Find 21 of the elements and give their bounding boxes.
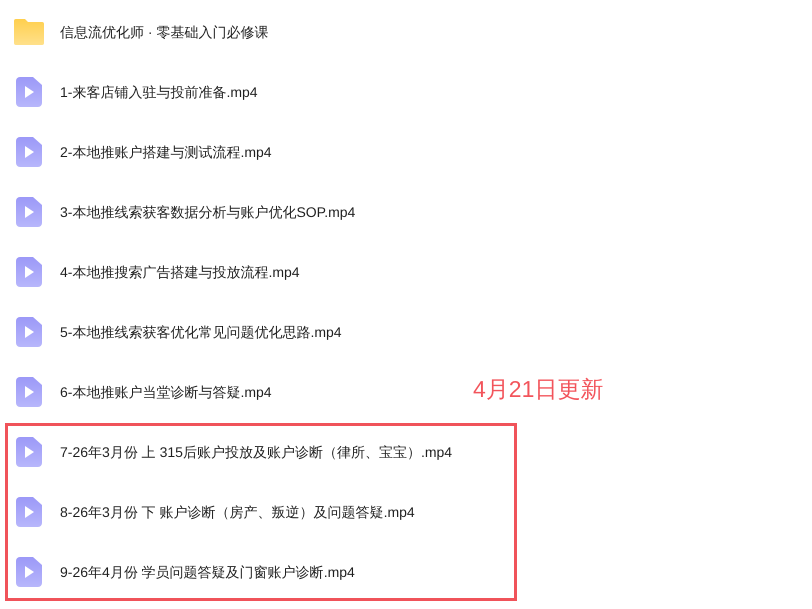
video-file-icon [16,137,42,167]
file-name[interactable]: 8-26年3月份 下 账户诊断（房产、叛逆）及问题答疑.mp4 [60,502,415,522]
annotation-note: 4月21日更新 [473,375,604,404]
file-name[interactable]: 5-本地推线索获客优化常见问题优化思路.mp4 [60,322,342,342]
file-name[interactable]: 2-本地推账户搭建与测试流程.mp4 [60,142,272,162]
video-file-icon [16,317,42,347]
file-name[interactable]: 7-26年3月份 上 315后账户投放及账户诊断（律所、宝宝）.mp4 [60,442,452,462]
video-file-icon [16,557,42,587]
video-file-icon [16,497,42,527]
file-name[interactable]: 1-来客店铺入驻与投前准备.mp4 [60,82,258,102]
video-file-icon [16,437,42,467]
video-file-icon [16,377,42,407]
video-file-icon [16,197,42,227]
file-name[interactable]: 4-本地推搜索广告搭建与投放流程.mp4 [60,262,300,282]
file-name[interactable]: 信息流优化师 · 零基础入门必修课 [60,22,268,42]
file-name[interactable]: 6-本地推账户当堂诊断与答疑.mp4 [60,382,272,402]
video-file-icon [16,257,42,287]
video-file-icon [16,77,42,107]
file-name[interactable]: 3-本地推线索获客数据分析与账户优化SOP.mp4 [60,202,356,222]
folder-icon [14,19,44,45]
file-name[interactable]: 9-26年4月份 学员问题答疑及门窗账户诊断.mp4 [60,562,355,582]
